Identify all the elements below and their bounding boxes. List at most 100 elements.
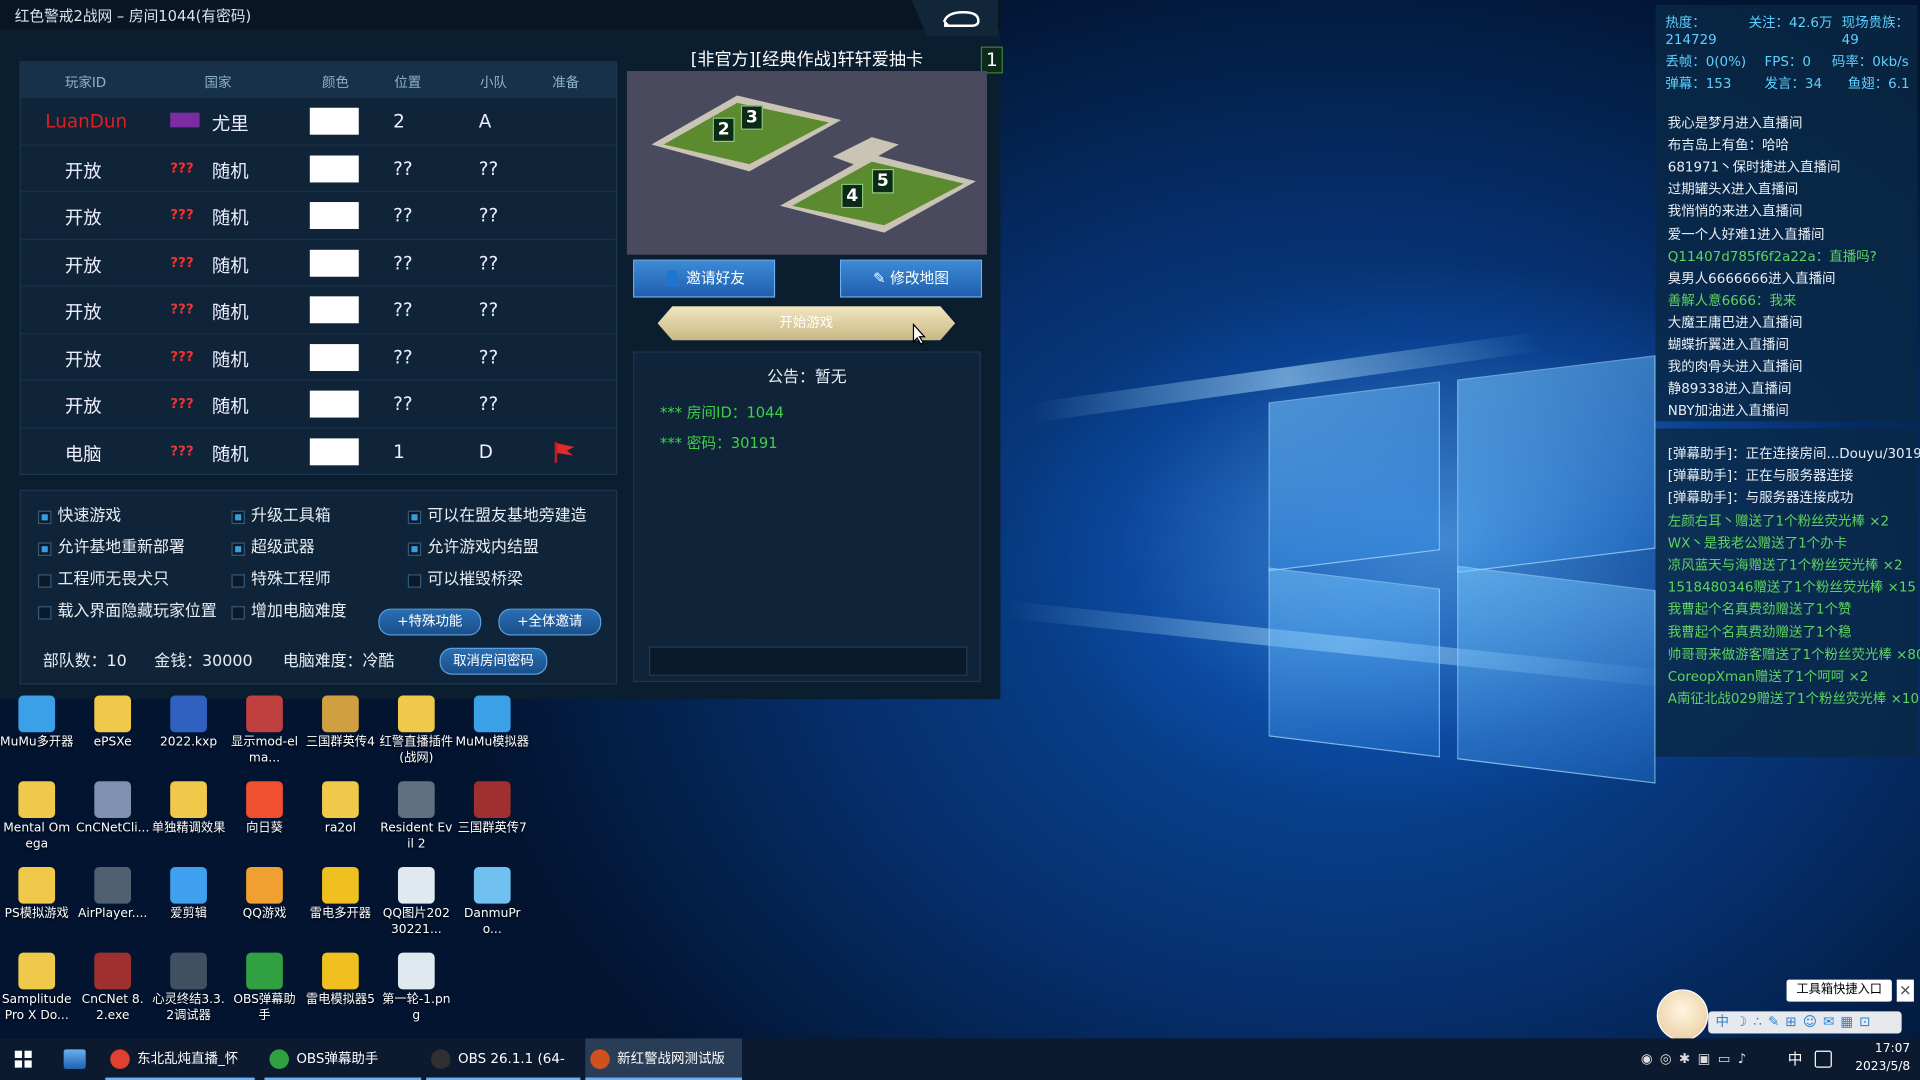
player-id[interactable]: 开放 <box>65 252 102 278</box>
desktop-icon[interactable]: MuMu模拟器 <box>456 695 529 751</box>
desktop-icon[interactable]: 单独精调效果 <box>152 781 225 836</box>
player-row[interactable]: 电脑??? 随机 1 D <box>20 426 616 475</box>
option-checkbox[interactable]: 增加电脑难度 <box>231 601 347 623</box>
desktop-icon[interactable]: DanmuPro... <box>456 866 529 938</box>
desktop-icon[interactable]: 向日葵 <box>228 781 301 836</box>
cancel-password-button[interactable]: 取消房间密码 <box>439 647 548 675</box>
tray-icon-set[interactable]: ◉◎✱▣▭♪ <box>1641 1051 1754 1067</box>
checkbox-icon[interactable] <box>407 542 422 556</box>
checkbox-icon[interactable] <box>231 574 245 588</box>
windows-start-icon[interactable] <box>14 1050 32 1068</box>
checkbox-icon[interactable] <box>37 606 52 620</box>
checkbox-icon[interactable] <box>37 574 52 588</box>
toolbox-widget[interactable]: 工具箱快捷入口 ✕ 中☽∴✎⊞☺✉▦⊡ <box>1656 979 1917 1041</box>
player-id[interactable]: 开放 <box>65 393 102 419</box>
notification-icon[interactable] <box>1814 1050 1832 1068</box>
desktop-icon[interactable]: 爱剪辑 <box>152 866 225 922</box>
desktop-icon[interactable]: OBS弹幕助手 <box>228 952 301 1024</box>
option-checkbox[interactable]: 升级工具箱 <box>231 506 331 528</box>
team-select[interactable]: ?? <box>479 252 499 274</box>
player-row[interactable]: 开放??? 随机???? <box>20 379 616 428</box>
player-row[interactable]: 开放??? 随机???? <box>20 332 616 380</box>
color-select[interactable] <box>309 154 359 182</box>
country-select[interactable]: 尤里 <box>212 110 249 136</box>
start-position-marker[interactable]: 5 <box>871 168 894 194</box>
invite-friends-button[interactable]: 👤 邀请好友 <box>633 259 776 298</box>
taskbar-item[interactable]: 东北乱炖直播_怀旧... <box>105 1038 255 1080</box>
desktop-icon[interactable]: Resident Evil 2 <box>380 781 453 852</box>
option-checkbox[interactable]: 允许基地重新部署 <box>37 538 185 560</box>
player-row[interactable]: LuanDun 尤里 2 A <box>20 96 616 145</box>
taskbar-item[interactable]: OBS 26.1.1 (64-bi... <box>426 1038 581 1080</box>
start-position-marker[interactable]: 3 <box>740 105 763 130</box>
ime-indicator[interactable]: 中 <box>1788 1038 1803 1080</box>
desktop-icon[interactable]: CnCNetCli... <box>76 781 149 836</box>
team-select[interactable]: ?? <box>479 299 499 321</box>
checkbox-icon[interactable] <box>407 574 422 588</box>
checkbox-icon[interactable] <box>231 606 245 620</box>
invite-all-button[interactable]: +全体邀请 <box>498 608 602 636</box>
option-checkbox[interactable]: 载入界面隐藏玩家位置 <box>37 601 217 623</box>
player-id[interactable]: 开放 <box>65 157 102 183</box>
player-row[interactable]: 开放??? 随机???? <box>20 285 616 333</box>
taskbar-item[interactable]: OBS弹幕助手 <box>264 1038 422 1080</box>
explorer-icon[interactable] <box>63 1049 86 1069</box>
option-checkbox[interactable]: 可以在盟友基地旁建造 <box>407 506 587 528</box>
start-position-marker[interactable]: 2 <box>712 117 735 143</box>
clock-date[interactable]: 2023/5/8 <box>1837 1060 1910 1073</box>
desktop-icon[interactable]: Samplitude Pro X Do... <box>0 952 73 1024</box>
option-checkbox[interactable]: 工程师无畏犬只 <box>37 569 169 591</box>
special-features-button[interactable]: +特殊功能 <box>378 608 482 636</box>
map-preview[interactable]: 23 45 <box>626 71 987 255</box>
country-select[interactable]: 随机 <box>212 299 249 325</box>
desktop-icon[interactable]: MuMu多开器 <box>0 695 73 751</box>
close-icon[interactable]: ✕ <box>1896 979 1914 1002</box>
player-id[interactable]: LuanDun <box>45 110 127 132</box>
desktop-icon[interactable]: 三国群英传4 <box>304 695 377 751</box>
checkbox-icon[interactable] <box>231 510 245 525</box>
player-row[interactable]: 开放??? 随机???? <box>20 238 616 286</box>
desktop-icon[interactable]: 心灵终结3.3.2调试器 <box>152 952 225 1024</box>
desktop-icon[interactable]: 雷电多开器 <box>304 866 377 922</box>
player-id[interactable]: 开放 <box>65 299 102 325</box>
country-select[interactable]: 随机 <box>212 157 249 183</box>
color-select[interactable] <box>309 390 359 418</box>
clock-time[interactable]: 17:07 <box>1851 1042 1910 1055</box>
country-select[interactable]: 随机 <box>212 393 249 419</box>
team-select[interactable]: D <box>479 440 493 462</box>
color-select[interactable] <box>309 249 359 277</box>
desktop-icon[interactable]: ePSXe <box>76 695 149 751</box>
edit-map-button[interactable]: ✎ 修改地图 <box>840 259 983 298</box>
desktop-icon[interactable]: 雷电模拟器5 <box>304 952 377 1008</box>
checkbox-icon[interactable] <box>37 542 52 556</box>
option-checkbox[interactable]: 可以摧毁桥梁 <box>407 569 523 591</box>
country-select[interactable]: 随机 <box>212 440 249 466</box>
position-select[interactable]: ?? <box>393 204 413 226</box>
desktop-icon[interactable]: 显示mod-elma... <box>228 695 301 767</box>
checkbox-icon[interactable] <box>231 542 245 556</box>
team-select[interactable]: ?? <box>479 346 499 368</box>
position-select[interactable]: ?? <box>393 393 413 415</box>
player-id[interactable]: 开放 <box>65 346 102 372</box>
checkbox-icon[interactable] <box>37 510 52 525</box>
desktop-icon[interactable]: 第一轮-1.png <box>380 952 453 1024</box>
desktop-icon[interactable]: 三国群英传7 <box>456 781 529 836</box>
color-select[interactable] <box>309 107 359 135</box>
team-select[interactable]: ?? <box>479 393 499 415</box>
player-row[interactable]: 开放??? 随机???? <box>20 191 616 239</box>
desktop-icon[interactable]: AirPlayer.... <box>76 866 149 922</box>
taskbar-item[interactable]: 新红警战网测试版 <box>585 1038 743 1080</box>
position-select[interactable]: ?? <box>393 346 413 368</box>
country-select[interactable]: 随机 <box>212 252 249 278</box>
player-id[interactable]: 电脑 <box>65 440 102 466</box>
player-id[interactable]: 开放 <box>65 204 102 230</box>
toolbox-label[interactable]: 工具箱快捷入口 <box>1786 979 1892 1002</box>
option-checkbox[interactable]: 特殊工程师 <box>231 569 331 591</box>
country-select[interactable]: 随机 <box>212 204 249 230</box>
checkbox-icon[interactable] <box>407 510 422 525</box>
desktop-icon[interactable]: CnCNet 8.2.exe <box>76 952 149 1024</box>
desktop-icon[interactable]: QQ游戏 <box>228 866 301 922</box>
chat-input[interactable] <box>648 646 968 676</box>
start-game-button[interactable]: 开始游戏 <box>657 306 956 341</box>
start-position-marker[interactable]: 4 <box>841 183 864 209</box>
